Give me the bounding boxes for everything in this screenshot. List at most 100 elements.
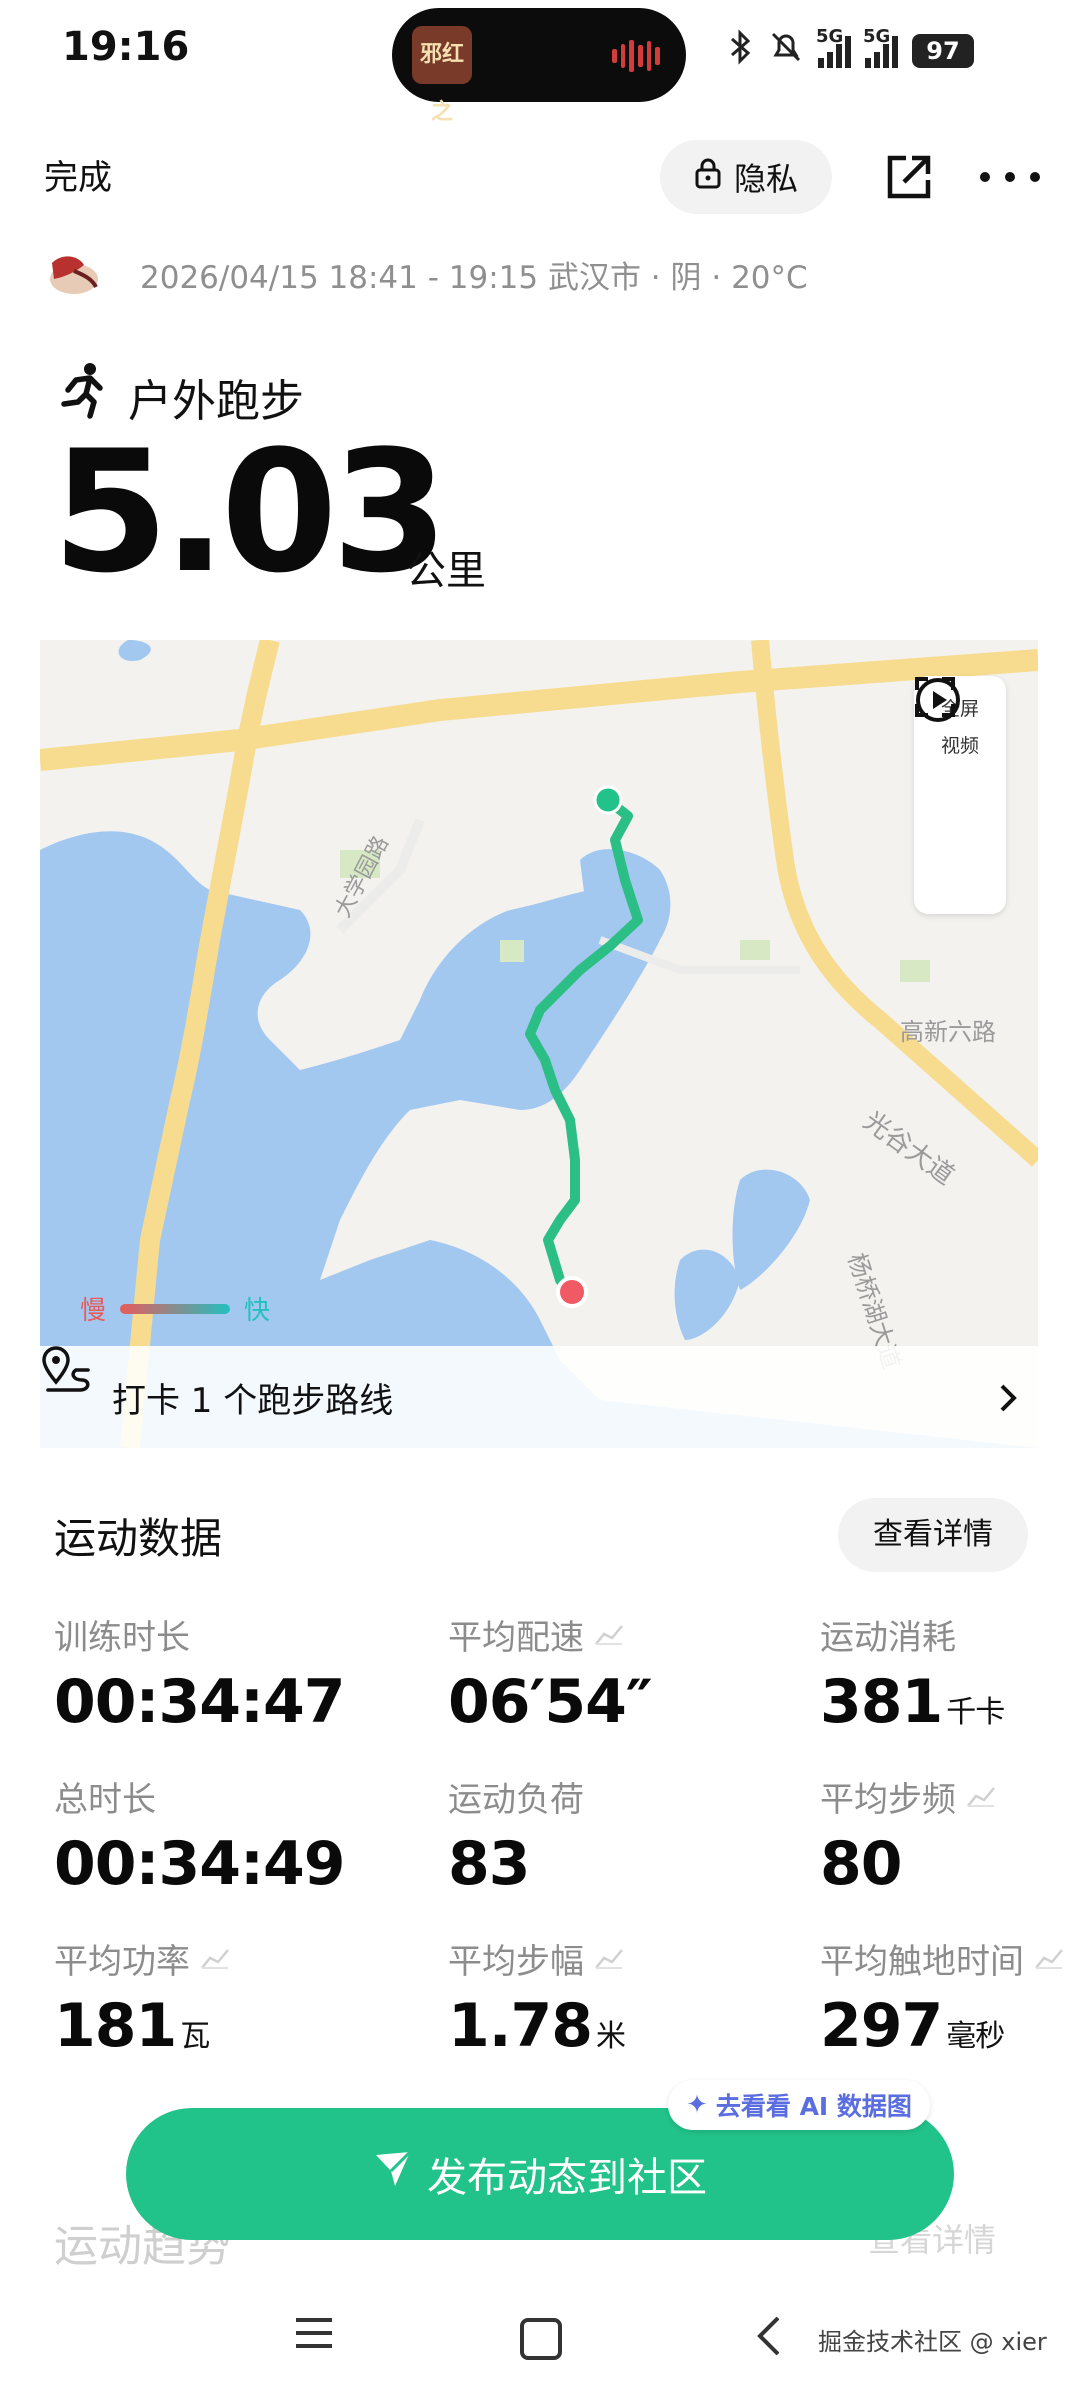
stat-cell: 运动消耗 381 千卡 xyxy=(820,1610,1005,1737)
stat-value-row: 83 xyxy=(448,1829,584,1899)
privacy-label: 隐私 xyxy=(733,160,798,198)
stat-label-row: 平均步幅 xyxy=(448,1934,625,1983)
trend-chart-icon xyxy=(594,1615,624,1655)
stat-label: 运动负荷 xyxy=(448,1780,584,1820)
stat-value-row: 06′54″ xyxy=(448,1667,653,1737)
audio-wave-icon xyxy=(612,38,661,74)
stat-value: 381 xyxy=(820,1667,943,1737)
status-time: 19:16 xyxy=(62,24,190,70)
pond xyxy=(674,1249,740,1340)
distance-value: 5.03 xyxy=(52,414,449,610)
media-thumbnail: 邪红之 xyxy=(412,26,472,125)
stat-label: 平均功率 xyxy=(54,1942,190,1982)
road-label: 高新六路 xyxy=(900,1018,996,1046)
send-icon xyxy=(373,2149,413,2199)
sparkle-icon: ✦ xyxy=(686,2090,708,2120)
avatar[interactable] xyxy=(44,249,102,299)
mute-bell-icon xyxy=(768,29,804,73)
view-details-button[interactable]: 查看详情 xyxy=(838,1498,1028,1572)
trend-chart-icon xyxy=(200,1939,230,1979)
more-options-icon[interactable] xyxy=(980,150,1040,204)
dynamic-island[interactable]: 邪红之 xyxy=(392,8,686,125)
stat-label: 平均步幅 xyxy=(448,1942,584,1982)
home-icon[interactable] xyxy=(520,2318,562,2360)
route-start-marker xyxy=(593,785,623,815)
road-label: 光谷大道 xyxy=(858,1106,960,1191)
activity-date-location-weather: 2026/04/15 18:41 - 19:15 武汉市 · 阴 · 20°C xyxy=(140,259,808,296)
stat-value: 297 xyxy=(820,1991,943,2061)
stat-label-row: 运动负荷 xyxy=(448,1772,584,1821)
activity-meta: 2026/04/15 18:41 - 19:15 武汉市 · 阴 · 20°C xyxy=(44,246,808,302)
stat-unit: 千卡 xyxy=(946,1695,1005,1730)
stat-value-row: 381 千卡 xyxy=(820,1667,1005,1737)
play-icon xyxy=(916,678,960,722)
stat-value: 80 xyxy=(820,1829,902,1899)
menu-icon[interactable] xyxy=(294,2316,334,2354)
stat-label: 平均触地时间 xyxy=(820,1942,1024,1982)
stat-value: 1.78 xyxy=(448,1991,593,2061)
stat-label-row: 总时长 xyxy=(54,1772,344,1821)
status-icons: 5G 5G 97 xyxy=(728,26,974,76)
stat-value-row: 00:34:47 xyxy=(54,1667,345,1737)
stat-label-row: 平均配速 xyxy=(448,1610,652,1659)
road xyxy=(40,649,1038,771)
stat-label-row: 平均触地时间 xyxy=(820,1934,1064,1983)
stat-value: 00:34:47 xyxy=(54,1667,345,1737)
checkin-label: 打卡 1 个跑步路线 xyxy=(112,1380,394,1421)
stat-cell: 平均功率 181 瓦 xyxy=(54,1934,230,2061)
stat-value-row: 00:34:49 xyxy=(54,1829,345,1899)
stat-value: 00:34:49 xyxy=(54,1829,345,1899)
stat-value-row: 80 xyxy=(820,1829,996,1899)
stat-label: 总时长 xyxy=(54,1780,156,1820)
stat-cell: 平均步频 80 xyxy=(820,1772,996,1899)
pace-gradient-bar xyxy=(120,1303,231,1314)
pace-legend: 慢 快 xyxy=(80,1290,270,1327)
pond xyxy=(732,1169,810,1290)
route-map[interactable]: 大学园路 高新六路 光谷大道 杨桥湖大道 全屏 视频 慢 快 打卡 1 个跑步路… xyxy=(40,640,1038,1448)
video-label: 视频 xyxy=(940,735,979,757)
publish-label: 发布动态到社区 xyxy=(427,2155,707,2201)
ai-data-chart-chip[interactable]: ✦ 去看看 AI 数据图 xyxy=(668,2080,930,2130)
back-icon[interactable] xyxy=(754,2314,782,2362)
watermark: 掘金技术社区 @ xier xyxy=(818,2328,1047,2356)
stat-cell: 训练时长 00:34:47 xyxy=(54,1610,345,1737)
distance-unit: 公里 xyxy=(406,548,486,594)
stat-label: 平均步频 xyxy=(820,1780,956,1820)
signal-5g-icon: 5G xyxy=(863,26,898,68)
done-button[interactable]: 完成 xyxy=(44,150,112,199)
fast-label: 快 xyxy=(244,1296,271,1326)
lock-icon xyxy=(694,157,722,197)
privacy-button[interactable]: 隐私 xyxy=(660,140,832,214)
route-checkin-row[interactable]: 打卡 1 个跑步路线 xyxy=(40,1346,1038,1448)
section-title: 运动数据 xyxy=(54,1514,223,1563)
stat-cell: 平均触地时间 297 毫秒 xyxy=(820,1934,1064,2061)
stat-value: 83 xyxy=(448,1829,530,1899)
map-controls: 全屏 视频 xyxy=(914,676,1006,914)
stat-value-row: 1.78 米 xyxy=(448,1991,626,2061)
slow-label: 慢 xyxy=(80,1296,107,1326)
stat-label: 运动消耗 xyxy=(820,1618,956,1658)
stat-unit: 瓦 xyxy=(180,2019,210,2054)
signal-5g-icon: 5G xyxy=(816,26,851,68)
video-button[interactable]: 视频 xyxy=(916,678,979,758)
stat-value: 181 xyxy=(54,1991,177,2061)
trend-chart-icon xyxy=(594,1939,624,1979)
trend-chart-icon xyxy=(966,1777,996,1817)
bluetooth-icon xyxy=(728,29,754,73)
stat-cell: 平均配速 06′54″ xyxy=(448,1610,653,1737)
stat-label-row: 平均步频 xyxy=(820,1772,996,1821)
stat-value: 06′54″ xyxy=(448,1667,653,1737)
stat-unit: 米 xyxy=(596,2019,626,2054)
stat-cell: 总时长 00:34:49 xyxy=(54,1772,345,1899)
stat-value-row: 297 毫秒 xyxy=(820,1991,1064,2061)
stat-label-row: 平均功率 xyxy=(54,1934,230,1983)
share-icon[interactable] xyxy=(882,150,936,204)
ai-chip-label: 去看看 AI 数据图 xyxy=(715,2092,912,2121)
route-end-marker xyxy=(556,1276,588,1308)
stat-cell: 运动负荷 83 xyxy=(448,1772,584,1899)
stat-label: 训练时长 xyxy=(54,1618,190,1658)
stat-cell: 平均步幅 1.78 米 xyxy=(448,1934,626,2061)
battery-indicator: 97 xyxy=(912,34,974,68)
trend-chart-icon xyxy=(1034,1939,1064,1979)
stat-unit: 毫秒 xyxy=(946,2019,1005,2054)
